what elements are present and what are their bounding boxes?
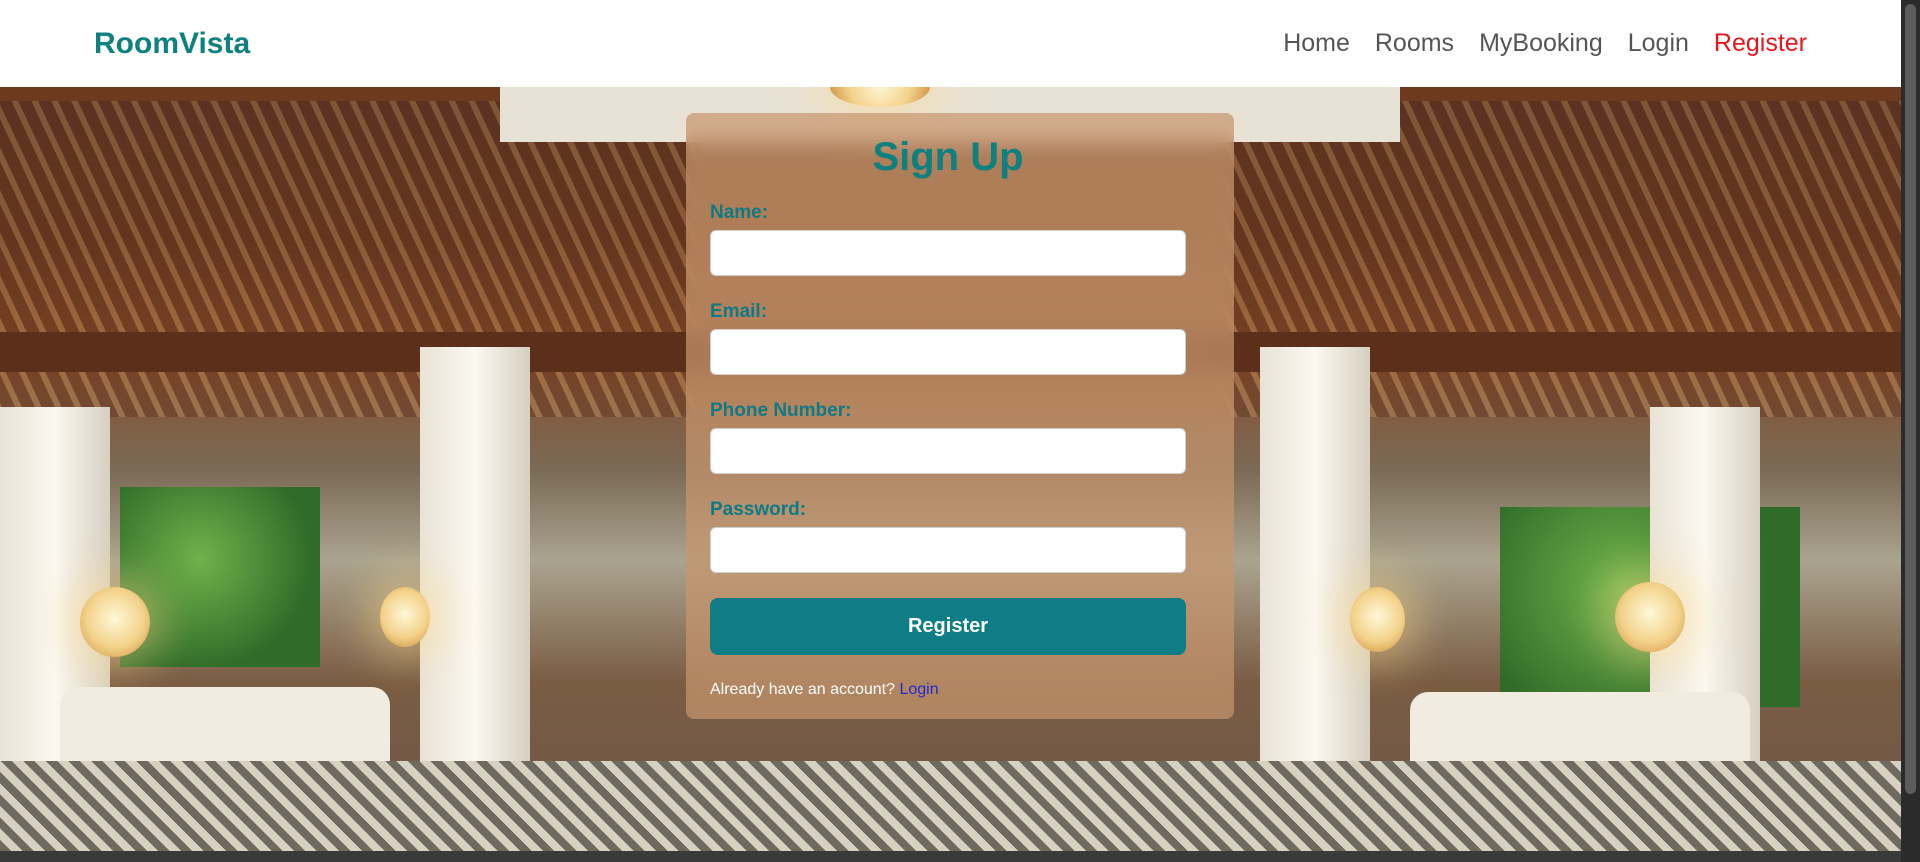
nav-login[interactable]: Login (1628, 29, 1689, 58)
password-label: Password: (710, 499, 807, 520)
nav-register[interactable]: Register (1714, 29, 1807, 58)
scrollbar-thumb[interactable] (1905, 4, 1916, 794)
nav-home[interactable]: Home (1283, 29, 1350, 58)
nav-mybooking[interactable]: MyBooking (1479, 29, 1603, 58)
nav-rooms[interactable]: Rooms (1375, 29, 1454, 58)
phone-label: Phone Number: (710, 400, 852, 421)
login-prompt-text: Already have an account? (710, 681, 896, 698)
pillar (1260, 347, 1370, 767)
nav-links: Home Rooms MyBooking Login Register (1283, 29, 1807, 58)
form-title: Sign Up (872, 135, 1024, 179)
signup-form: Sign Up Name: Email: Phone Number: Passw… (686, 113, 1234, 719)
register-button[interactable]: Register (710, 598, 1186, 655)
name-input[interactable] (710, 230, 1186, 276)
floor-lamp (380, 587, 430, 647)
email-label: Email: (710, 301, 768, 322)
window-bottom-edge (0, 851, 1901, 862)
name-label: Name: (710, 202, 769, 223)
pillar (420, 347, 530, 767)
login-prompt: Already have an account? Login (710, 681, 1186, 699)
vertical-scrollbar[interactable] (1901, 0, 1920, 862)
email-input[interactable] (710, 329, 1186, 375)
floor-lamp (80, 587, 150, 657)
password-input[interactable] (710, 527, 1186, 573)
top-navbar: RoomVista Home Rooms MyBooking Login Reg… (0, 0, 1901, 87)
phone-input[interactable] (710, 428, 1186, 474)
plants-left (120, 487, 320, 667)
floor-lamp (1615, 582, 1685, 652)
floor-tiles (0, 761, 1901, 851)
brand-logo[interactable]: RoomVista (94, 27, 250, 61)
login-link[interactable]: Login (899, 681, 938, 698)
floor-lamp (1350, 587, 1405, 652)
